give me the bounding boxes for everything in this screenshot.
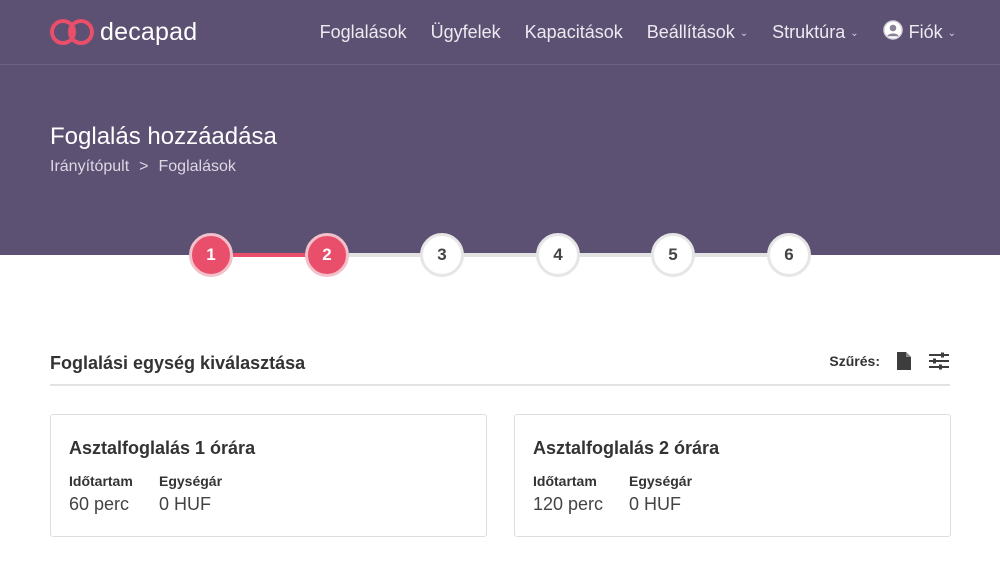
duration-block: Időtartam 60 perc <box>69 473 133 515</box>
duration-block: Időtartam 120 perc <box>533 473 603 515</box>
duration-value: 60 perc <box>69 494 130 514</box>
section-header: Foglalási egység kiválasztása Szűrés: <box>50 343 950 386</box>
price-label: Egységár <box>159 473 223 489</box>
breadcrumb-item-dashboard[interactable]: Irányítópult <box>50 158 129 176</box>
card-title: Asztalfoglalás 2 órára <box>533 438 720 458</box>
duration-label: Időtartam <box>533 473 597 489</box>
booking-unit-card[interactable]: Asztalfoglalás 2 órára Időtartam 120 per… <box>514 414 951 537</box>
duration-value: 120 perc <box>533 494 604 514</box>
booking-stepper: 1 2 3 4 5 6 <box>0 233 1000 277</box>
nav-item-fiok[interactable]: Fiók ⌄ <box>882 20 956 45</box>
step-3[interactable]: 3 <box>420 233 464 277</box>
filter-label: Szűrés: <box>829 353 880 369</box>
sliders-icon[interactable] <box>928 351 950 371</box>
step-1[interactable]: 1 <box>189 233 233 277</box>
step-2[interactable]: 2 <box>305 233 349 277</box>
step-5[interactable]: 5 <box>651 233 695 277</box>
breadcrumb: Irányítópult > Foglalások <box>50 158 236 176</box>
chevron-down-icon: ⌄ <box>739 28 749 39</box>
card-title: Asztalfoglalás 1 órára <box>69 438 256 458</box>
document-icon[interactable] <box>896 351 912 371</box>
nav-label: Beállítások <box>646 22 735 42</box>
step-4[interactable]: 4 <box>536 233 580 277</box>
price-label: Egységár <box>629 473 693 489</box>
price-value: 0 HUF <box>629 494 682 514</box>
page-title: Foglalás hozzáadása <box>50 123 277 150</box>
filter-controls: Szűrés: <box>829 351 950 371</box>
nav-label: Fiók <box>908 22 943 42</box>
brand-logo[interactable]: decapad <box>50 17 197 47</box>
nav-label: Kapacitások <box>524 22 623 42</box>
duration-label: Időtartam <box>69 473 133 489</box>
main-nav: Foglalások Ügyfelek Kapacitások Beállítá… <box>296 0 956 65</box>
nav-item-struktura[interactable]: Struktúra ⌄ <box>772 22 858 43</box>
chevron-down-icon: ⌄ <box>850 28 859 39</box>
price-value: 0 HUF <box>159 494 212 514</box>
nav-label: Struktúra <box>772 22 846 42</box>
nav-item-ugyfelek[interactable]: Ügyfelek <box>431 22 501 43</box>
page-header: Foglalás hozzáadása Irányítópult > Fogla… <box>0 65 1000 255</box>
user-circle-icon <box>882 20 903 45</box>
decapad-logo-icon <box>50 19 94 45</box>
nav-item-beallitasok[interactable]: Beállítások ⌄ <box>647 22 748 43</box>
nav-item-foglalasok[interactable]: Foglalások <box>320 22 407 43</box>
chevron-down-icon: ⌄ <box>947 28 956 39</box>
breadcrumb-separator: > <box>139 158 149 175</box>
section-title: Foglalási egység kiválasztása <box>50 353 306 373</box>
price-block: Egységár 0 HUF <box>159 473 222 515</box>
booking-unit-card[interactable]: Asztalfoglalás 1 órára Időtartam 60 perc… <box>50 414 487 537</box>
nav-label: Foglalások <box>319 22 407 42</box>
breadcrumb-item-bookings[interactable]: Foglalások <box>159 158 236 176</box>
nav-label: Ügyfelek <box>430 22 501 42</box>
price-block: Egységár 0 HUF <box>629 473 692 515</box>
nav-item-kapacitasok[interactable]: Kapacitások <box>525 22 623 43</box>
top-navbar: decapad Foglalások Ügyfelek Kapacitások … <box>0 0 1000 65</box>
step-6[interactable]: 6 <box>767 233 811 277</box>
brand-name: decapad <box>100 18 198 46</box>
